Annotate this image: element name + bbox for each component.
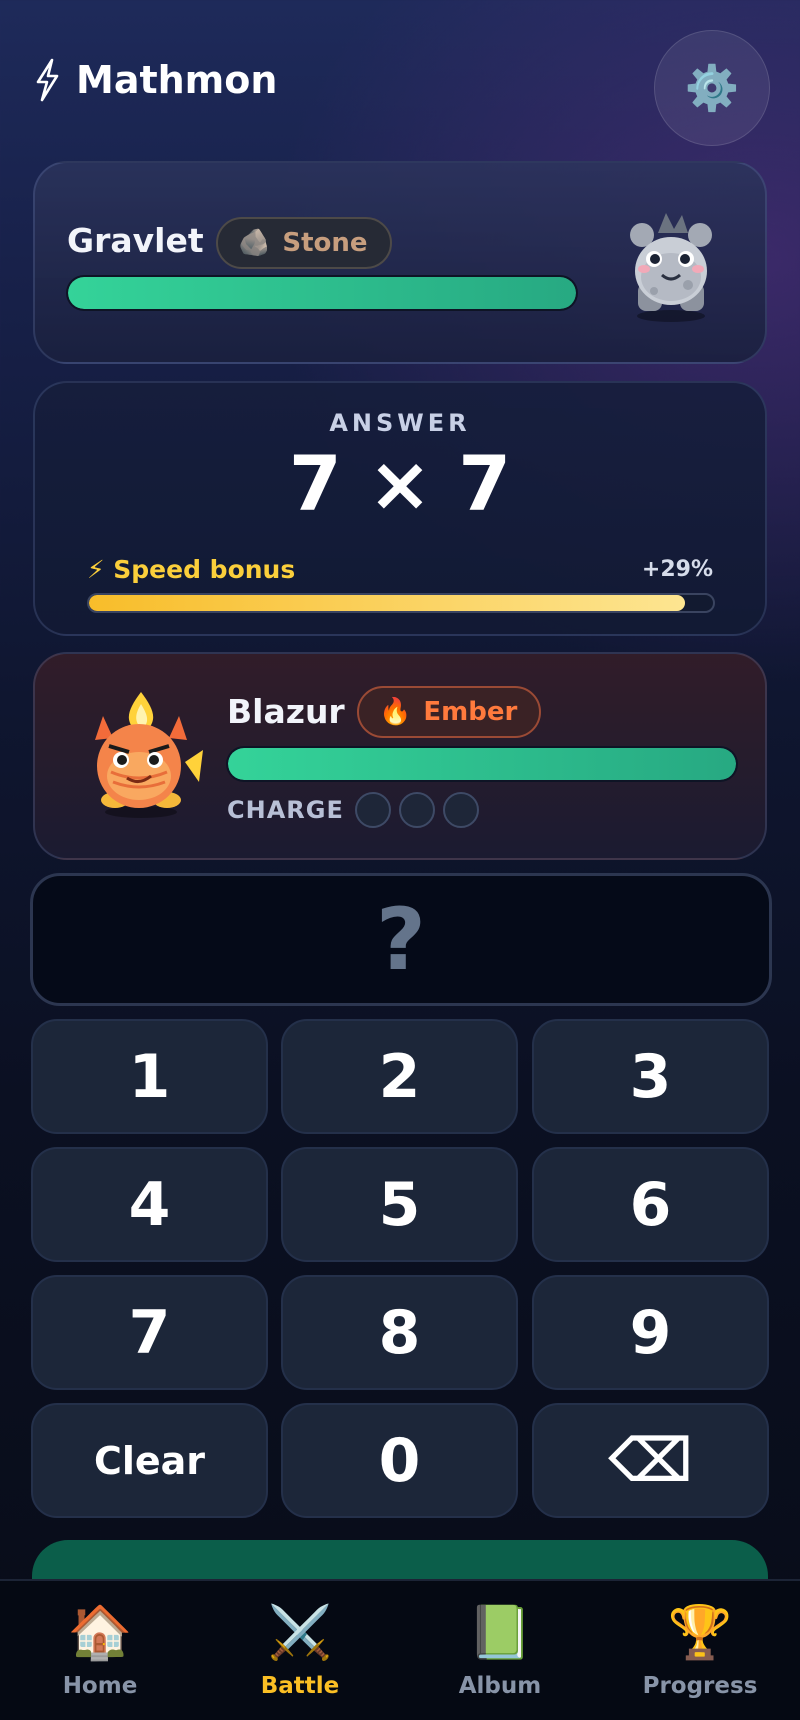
nav-label: Battle bbox=[260, 1673, 340, 1699]
player-type-badge: 🔥 Ember bbox=[357, 686, 542, 738]
key-0[interactable]: 0 bbox=[281, 1403, 518, 1518]
speed-bonus-label: ⚡ Speed bonus bbox=[87, 555, 296, 584]
book-icon: 📗 bbox=[467, 1603, 533, 1663]
charge-dot bbox=[399, 792, 435, 828]
stone-icon: 🪨 bbox=[238, 228, 271, 258]
answer-label: ANSWER bbox=[329, 409, 471, 437]
key-6[interactable]: 6 bbox=[532, 1147, 769, 1262]
fire-icon: 🔥 bbox=[379, 697, 412, 727]
player-hp-bar bbox=[226, 746, 738, 782]
header: Mathmon ⚙️ bbox=[0, 0, 800, 170]
charge-dot bbox=[355, 792, 391, 828]
app-title: Mathmon bbox=[76, 58, 278, 102]
charge-label: CHARGE bbox=[227, 796, 344, 824]
player-type-label: Ember bbox=[423, 697, 518, 727]
speed-bonus-fill bbox=[89, 595, 685, 611]
enemy-type-badge: 🪨 Stone bbox=[216, 217, 392, 269]
fire-monster-icon bbox=[95, 692, 203, 818]
enemy-name: Gravlet bbox=[67, 221, 204, 260]
key-7[interactable]: 7 bbox=[31, 1275, 268, 1390]
player-card: Blazur 🔥 Ember CHARGE bbox=[33, 652, 767, 860]
crossed-swords-icon: ⚔️ bbox=[267, 1603, 333, 1663]
nav-battle[interactable]: ⚔️ Battle bbox=[200, 1581, 400, 1720]
gear-icon: ⚙️ bbox=[684, 63, 740, 114]
nav-label: Album bbox=[458, 1673, 542, 1699]
nav-progress[interactable]: 🏆 Progress bbox=[600, 1581, 800, 1720]
enemy-card: Gravlet 🪨 Stone bbox=[33, 161, 767, 364]
player-hp-fill bbox=[228, 748, 736, 780]
charge-dot bbox=[443, 792, 479, 828]
bottom-nav: 🏠 Home ⚔️ Battle 📗 Album 🏆 Progress bbox=[0, 1579, 800, 1720]
speed-bonus-bar bbox=[87, 593, 715, 613]
enemy-hp-fill bbox=[68, 277, 576, 309]
speed-bonus-value: +29% bbox=[641, 557, 713, 582]
lightning-bolt-icon bbox=[36, 58, 59, 102]
player-name: Blazur bbox=[227, 692, 345, 731]
key-3[interactable]: 3 bbox=[532, 1019, 769, 1134]
key-2[interactable]: 2 bbox=[281, 1019, 518, 1134]
key-5[interactable]: 5 bbox=[281, 1147, 518, 1262]
key-1[interactable]: 1 bbox=[31, 1019, 268, 1134]
key-4[interactable]: 4 bbox=[31, 1147, 268, 1262]
nav-label: Home bbox=[62, 1673, 138, 1699]
math-problem: 7 × 7 bbox=[288, 439, 512, 528]
trophy-icon: 🏆 bbox=[667, 1603, 733, 1663]
home-icon: 🏠 bbox=[67, 1603, 133, 1663]
question-card: ANSWER 7 × 7 ⚡ Speed bonus +29% bbox=[33, 381, 767, 636]
key-8[interactable]: 8 bbox=[281, 1275, 518, 1390]
answer-display: ? bbox=[30, 873, 772, 1006]
stone-monster-icon bbox=[630, 213, 712, 322]
key-9[interactable]: 9 bbox=[532, 1275, 769, 1390]
settings-button[interactable]: ⚙️ bbox=[654, 30, 770, 146]
nav-label: Progress bbox=[642, 1673, 758, 1699]
backspace-button[interactable]: ⌫ bbox=[532, 1403, 769, 1518]
clear-button[interactable]: Clear bbox=[31, 1403, 268, 1518]
enemy-type-label: Stone bbox=[282, 228, 368, 258]
nav-home[interactable]: 🏠 Home bbox=[0, 1581, 200, 1720]
nav-album[interactable]: 📗 Album bbox=[400, 1581, 600, 1720]
answer-placeholder: ? bbox=[376, 889, 426, 990]
enemy-hp-bar bbox=[66, 275, 578, 311]
app-logo: Mathmon bbox=[32, 58, 277, 102]
